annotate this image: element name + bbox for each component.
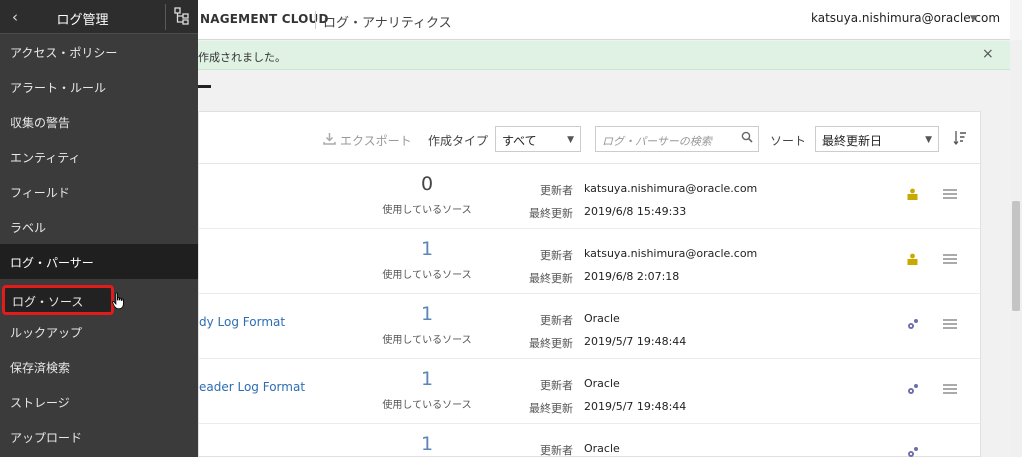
owner-icon [907, 188, 918, 203]
updated-value: 2019/5/7 19:48:44 [584, 400, 687, 413]
sidebar-item-lookups[interactable]: ルックアップ [0, 314, 198, 349]
hamburger-icon[interactable] [943, 383, 957, 398]
updated-value: 2019/6/8 2:07:18 [584, 270, 680, 283]
sidebar-item-upload[interactable]: アップロード [0, 419, 198, 454]
table-row[interactable]: eader Log Format 1 使用しているソース 更新者 Oracle … [199, 359, 982, 424]
chevron-down-icon[interactable]: ▼ [970, 14, 977, 24]
updated-value: 2019/6/8 15:49:33 [584, 205, 687, 218]
app-title: ログ・アナリティクス [323, 16, 452, 31]
source-count-label: 使用しているソース [382, 205, 472, 216]
updater-value: katsuya.nishimura@oracle.com [584, 247, 758, 260]
updater-value: katsuya.nishimura@oracle.com [584, 182, 758, 195]
sidebar-item-access-policies[interactable]: アクセス・ポリシー [0, 34, 198, 69]
hamburger-icon[interactable] [943, 253, 957, 268]
source-count[interactable]: 1 [367, 303, 487, 325]
sort-order-icon[interactable] [953, 130, 967, 150]
creation-type-select[interactable]: すべて ▼ [495, 126, 581, 152]
toolbar: エクスポート 作成タイプ すべて ▼ ログ・パーサーの検索 ソート 最終更新日 … [199, 112, 982, 164]
sort-label: ソート [770, 134, 807, 148]
page-title [198, 85, 211, 88]
header-divider [315, 11, 316, 29]
source-count[interactable]: 1 [367, 238, 487, 260]
search-placeholder: ログ・パーサーの検索 [602, 135, 712, 148]
source-count[interactable]: 1 [367, 433, 487, 455]
parser-name-link[interactable]: eader Log Format [199, 380, 305, 394]
updated-label: 最終更新 [529, 337, 573, 350]
table-row[interactable]: dy Log Format 1 使用しているソース 更新者 Oracle 最終更… [199, 294, 982, 359]
sidebar-item-entities[interactable]: エンティティ [0, 139, 198, 174]
sidebar-item-fields[interactable]: フィールド [0, 174, 198, 209]
gear-icon [907, 446, 919, 457]
header-divider [165, 4, 166, 30]
sort-value: 最終更新日 [822, 134, 883, 148]
table-row[interactable]: 1 更新者 Oracle [199, 424, 982, 457]
sidebar-item-collection-warnings[interactable]: 収集の警告 [0, 104, 198, 139]
sidebar-item-log-sources[interactable]: ログ・ソース [2, 285, 114, 315]
search-icon[interactable] [741, 131, 753, 146]
source-count-label: 使用しているソース [382, 400, 472, 411]
updater-label: 更新者 [540, 379, 573, 392]
source-count[interactable]: 1 [367, 368, 487, 390]
gear-icon [907, 318, 919, 333]
sidebar-item-saved-searches[interactable]: 保存済検索 [0, 349, 198, 384]
sidebar: ‹ ログ管理 アクセス・ポリシー アラート・ルール 収集の警告 エンティティ フ… [0, 0, 198, 457]
updated-label: 最終更新 [529, 402, 573, 415]
updater-value: Oracle [584, 442, 620, 455]
sidebar-item-alert-rules[interactable]: アラート・ルール [0, 69, 198, 104]
updater-label: 更新者 [540, 249, 573, 262]
sort-select[interactable]: 最終更新日 ▼ [815, 126, 939, 152]
hamburger-icon[interactable] [943, 188, 957, 203]
sidebar-header: ‹ ログ管理 [0, 0, 198, 34]
sidebar-item-storage[interactable]: ストレージ [0, 384, 198, 419]
scrollbar-track-top [1010, 0, 1022, 40]
table-row[interactable]: 0 使用しているソース 更新者 katsuya.nishimura@oracle… [199, 164, 982, 229]
source-count[interactable]: 0 [367, 173, 487, 195]
updater-value: Oracle [584, 312, 620, 325]
scrollbar-thumb[interactable] [1012, 201, 1020, 311]
source-count-label: 使用しているソース [382, 270, 472, 281]
download-icon [323, 133, 336, 148]
brand-name: NAGEMENT CLOUD [200, 12, 329, 26]
success-banner: 作成されました。 × [198, 41, 1010, 70]
updater-label: 更新者 [540, 444, 573, 457]
updater-label: 更新者 [540, 314, 573, 327]
creation-type-label: 作成タイプ [428, 134, 489, 148]
hand-cursor-icon [112, 292, 126, 310]
sidebar-item-log-parsers[interactable]: ログ・パーサー [0, 244, 198, 279]
banner-message: 作成されました。 [198, 51, 286, 64]
owner-icon [907, 253, 918, 268]
updater-label: 更新者 [540, 184, 573, 197]
export-label: エクスポート [340, 134, 412, 148]
chevron-down-icon: ▼ [925, 135, 932, 145]
export-button[interactable]: エクスポート [323, 132, 412, 149]
parser-name-link[interactable]: dy Log Format [199, 315, 285, 329]
source-count-label: 使用しているソース [382, 335, 472, 346]
table-row[interactable]: 1 使用しているソース 更新者 katsuya.nishimura@oracle… [199, 229, 982, 294]
updated-label: 最終更新 [529, 272, 573, 285]
close-icon[interactable]: × [982, 46, 994, 62]
chevron-down-icon: ▼ [567, 135, 574, 145]
updated-label: 最終更新 [529, 207, 573, 220]
vertical-scrollbar[interactable] [1010, 41, 1022, 457]
hierarchy-icon[interactable] [173, 6, 191, 26]
hamburger-icon[interactable] [943, 318, 957, 333]
updated-value: 2019/5/7 19:48:44 [584, 335, 687, 348]
updater-value: Oracle [584, 377, 620, 390]
sidebar-title: ログ管理 [56, 13, 109, 28]
log-parsers-panel: エクスポート 作成タイプ すべて ▼ ログ・パーサーの検索 ソート 最終更新日 … [198, 111, 982, 457]
sidebar-item-labels[interactable]: ラベル [0, 209, 198, 244]
search-input[interactable]: ログ・パーサーの検索 [595, 126, 759, 152]
gear-icon [907, 383, 919, 398]
creation-type-value: すべて [502, 134, 537, 148]
